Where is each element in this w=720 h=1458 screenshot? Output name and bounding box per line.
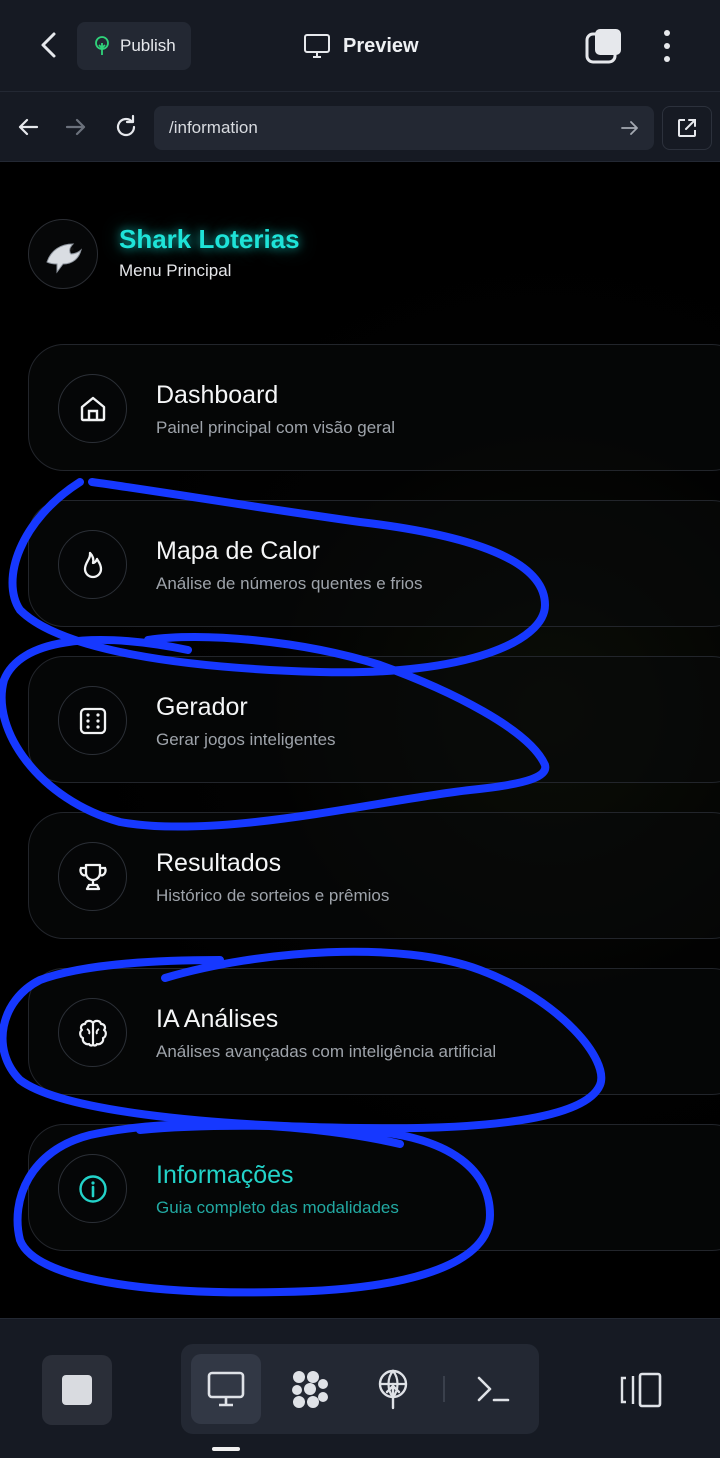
- brand-subtitle: Menu Principal: [119, 261, 232, 280]
- home-indicator: [212, 1447, 240, 1451]
- flame-icon: [83, 551, 102, 578]
- publish-label: Publish: [120, 36, 176, 55]
- publish-button[interactable]: Publish: [77, 22, 191, 70]
- menu-icon-circle: [58, 1154, 127, 1223]
- arrow-right-icon: [65, 118, 86, 136]
- puzzle-icon: [292, 1371, 328, 1408]
- url-bar: /information: [0, 92, 720, 162]
- url-input[interactable]: /information: [154, 106, 654, 150]
- go-arrow-icon[interactable]: [618, 116, 642, 140]
- menu-item-informacoes[interactable]: Informações Guia completo das modalidade…: [28, 1124, 720, 1251]
- menu-item-description: Guia completo das modalidades: [156, 1198, 399, 1217]
- back-button[interactable]: [30, 26, 68, 64]
- open-external-button[interactable]: [662, 106, 712, 150]
- menu-item-description: Painel principal com visão geral: [156, 418, 396, 437]
- menu-item-dashboard[interactable]: Dashboard Painel principal com visão ger…: [28, 344, 720, 471]
- kebab-dot-icon: [664, 30, 670, 36]
- brain-icon: [78, 1019, 107, 1047]
- page-content: Shark Loterias Menu Principal Dashboard …: [0, 162, 720, 1318]
- menu-item-title: Resultados: [156, 849, 282, 877]
- tool-publish-button[interactable]: [358, 1354, 428, 1424]
- menu-icon-circle: [58, 530, 127, 599]
- menu-item-title: Mapa de Calor: [156, 537, 320, 565]
- menu-icon-circle: [58, 842, 127, 911]
- reload-icon: [116, 114, 136, 137]
- tool-shell-button[interactable]: [459, 1354, 529, 1424]
- monitor-icon: [207, 1371, 245, 1407]
- menu-item-gerador[interactable]: Gerador Gerar jogos inteligentes: [28, 656, 720, 783]
- publish-tree-icon: [95, 36, 109, 55]
- brand-logo[interactable]: [28, 219, 98, 289]
- trophy-icon: [78, 863, 107, 890]
- home-icon: [80, 396, 105, 421]
- brand-title: Shark Loterias: [119, 224, 300, 254]
- layout-toggle-button[interactable]: [612, 1365, 672, 1415]
- browser-forward-button[interactable]: [59, 110, 93, 144]
- menu-item-description: Análises avançadas com inteligência arti…: [156, 1042, 497, 1061]
- dice-icon: [79, 707, 106, 734]
- chevron-left-icon: [41, 32, 56, 58]
- terminal-icon: [477, 1376, 510, 1402]
- menu-item-title: IA Análises: [156, 1005, 279, 1033]
- panel-layout-icon: [620, 1372, 662, 1408]
- publish-tree-icon: [378, 1369, 408, 1410]
- menu-item-description: Gerar jogos inteligentes: [156, 730, 336, 749]
- preview-title[interactable]: Preview: [303, 26, 419, 66]
- menu-item-title: Gerador: [156, 693, 248, 721]
- tool-group: [181, 1344, 539, 1434]
- menu-item-resultados[interactable]: Resultados Histórico de sorteios e prêmi…: [28, 812, 720, 939]
- tabs-button[interactable]: [584, 26, 624, 66]
- reload-button[interactable]: [109, 110, 143, 144]
- menu-item-title: Dashboard: [156, 381, 279, 409]
- stop-square-icon: [62, 1375, 92, 1405]
- bottom-toolbar: [0, 1318, 720, 1458]
- app-top-bar: Publish Preview: [0, 0, 720, 92]
- kebab-dot-icon: [664, 43, 670, 49]
- tool-extensions-button[interactable]: [275, 1354, 345, 1424]
- kebab-dot-icon: [664, 56, 670, 62]
- stop-button[interactable]: [42, 1355, 112, 1425]
- arrow-left-icon: [18, 118, 39, 136]
- menu-item-title: Informações: [156, 1161, 294, 1189]
- menu-item-description: Análise de números quentes e frios: [156, 574, 423, 593]
- menu-icon-circle: [58, 374, 127, 443]
- menu-item-mapa-de-calor[interactable]: Mapa de Calor Análise de números quentes…: [28, 500, 720, 627]
- external-link-icon: [678, 119, 696, 137]
- menu-icon-circle: [58, 686, 127, 755]
- menu-icon-circle: [58, 998, 127, 1067]
- shark-logo-icon: [46, 243, 82, 274]
- info-icon: [78, 1174, 107, 1203]
- monitor-icon: [304, 34, 330, 58]
- tool-preview-button[interactable]: [191, 1354, 261, 1424]
- toolbar-divider: [443, 1376, 445, 1402]
- tabs-icon: [585, 29, 621, 64]
- url-text: /information: [169, 118, 258, 137]
- more-options-button[interactable]: [650, 26, 684, 66]
- menu-item-ia-analises[interactable]: IA Análises Análises avançadas com intel…: [28, 968, 720, 1095]
- browser-back-button[interactable]: [11, 110, 45, 144]
- preview-label: Preview: [343, 34, 419, 57]
- menu-item-description: Histórico de sorteios e prêmios: [156, 886, 390, 905]
